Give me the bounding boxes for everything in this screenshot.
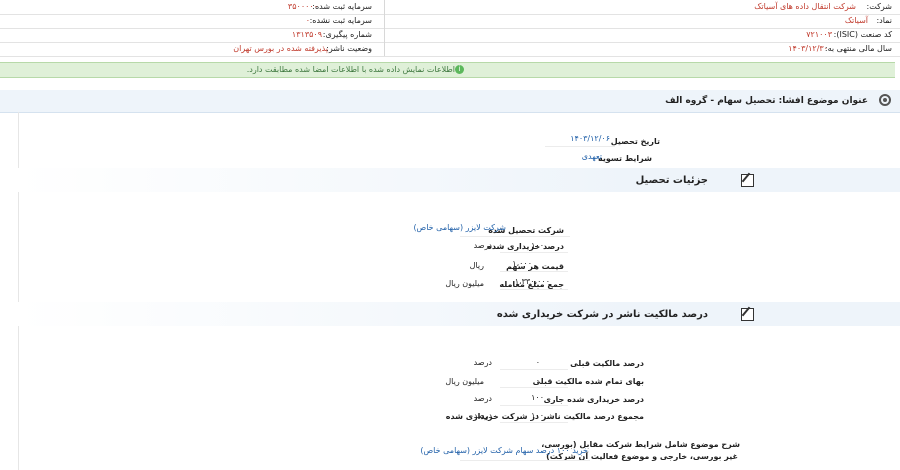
prior-ownership-value: ۰ — [535, 358, 540, 367]
subject-header: عنوان موضوع افشا: تحصیل سهام - گروه الف — [0, 90, 900, 113]
purchased-percent-value: ۱۰۰ — [531, 241, 544, 250]
fiscal-year-value: ۱۴۰۳/۱۲/۳۰ — [788, 44, 828, 53]
share-price-value: ۱،۰۰۰ — [512, 259, 532, 268]
info-row: سال مالی منتهی به: ۱۴۰۳/۱۲/۳۰ وضعیت ناشر… — [0, 42, 900, 57]
acquisition-date-label: تاریخ تحصیل — [610, 137, 660, 146]
purchased-percent-unit: درصد — [473, 241, 492, 250]
current-purchase-label: درصد خریداری شده جاری — [543, 395, 644, 404]
fiscal-year-label: سال مالی منتهی به: — [824, 44, 892, 53]
company-value: شرکت انتقال داده های آسیاتک — [754, 2, 856, 11]
unregistered-capital-value: ۰ — [305, 16, 310, 25]
prior-cost-value: ۰ — [535, 376, 540, 385]
info-row: شرکت: شرکت انتقال داده های آسیاتک سرمایه… — [0, 0, 900, 15]
purchased-percent-label: درصد خریداری شده — [487, 242, 564, 251]
prior-cost-unit: میلیون ریال — [445, 377, 484, 386]
publisher-status-label: وضعیت ناشر: — [326, 44, 372, 53]
target-icon — [879, 94, 891, 106]
section-title: درصد مالکیت ناشر در شرکت خریداری شده — [496, 309, 708, 320]
edit-icon — [741, 308, 754, 321]
info-row: کد صنعت (ISIC): ۷۲۱۰۰۳ شماره پیگیری: ۱۳۱… — [0, 28, 900, 43]
subject-title: عنوان موضوع افشا: تحصیل سهام - گروه الف — [665, 96, 868, 106]
total-ownership-value: ۱۰۰ — [531, 411, 544, 420]
company-info-grid: شرکت: شرکت انتقال داده های آسیاتک سرمایه… — [0, 0, 900, 58]
section-acquisition-details: جزئیات تحصیل — [18, 168, 900, 192]
total-amount-unit: میلیون ریال — [445, 279, 484, 288]
section-title: جزئیات تحصیل — [635, 175, 708, 186]
notice-text: اطلاعات نمایش داده شده با اطلاعات امضا ش… — [246, 65, 455, 74]
registered-capital-label: سرمایه ثبت شده: — [312, 2, 372, 11]
description-value: خرید ۱۰۰ درصد سهام شرکت لایزر (سهامی خاص… — [420, 446, 588, 455]
prior-ownership-label: درصد مالکیت قبلی — [570, 359, 644, 368]
publisher-status-value: پذیرفته شده در بورس تهران — [233, 44, 328, 53]
prior-cost-label: بهای تمام شده مالکیت قبلی — [532, 377, 644, 386]
isic-label: کد صنعت (ISIC): — [833, 30, 892, 39]
total-amount-value: ۱،۳۳۰،۰۰۰ — [514, 277, 550, 286]
prior-ownership-unit: درصد — [473, 358, 492, 367]
tracking-number-label: شماره پیگیری: — [322, 30, 372, 39]
company-label: شرکت: — [866, 2, 892, 11]
edit-icon — [741, 174, 754, 187]
symbol-label: نماد: — [876, 16, 892, 25]
current-purchase-value: ۱۰۰ — [531, 393, 544, 402]
current-purchase-unit: درصد — [473, 394, 492, 403]
share-price-unit: ریال — [469, 261, 484, 270]
registered-capital-value: ۳۵۰۰۰۰۰ — [287, 2, 318, 11]
content-border — [18, 112, 19, 470]
info-row: نماد: آسیاتک سرمایه ثبت نشده: ۰ — [0, 14, 900, 29]
settlement-terms-value: تعهدی — [581, 152, 602, 161]
unregistered-capital-label: سرمایه ثبت نشده: — [309, 16, 372, 25]
acquisition-date-value: ۱۴۰۳/۱۲/۰۶ — [570, 134, 610, 143]
acquired-company-value: شرکت لایزر (سهامی خاص) — [413, 223, 506, 232]
section-ownership: درصد مالکیت ناشر در شرکت خریداری شده — [18, 302, 900, 326]
total-ownership-unit: درصد — [473, 411, 492, 420]
settlement-terms-label: شرایط تسویه — [598, 154, 652, 163]
verification-notice: i اطلاعات نمایش داده شده با اطلاعات امضا… — [0, 62, 895, 78]
isic-value: ۷۲۱۰۰۳ — [806, 30, 832, 39]
info-icon: i — [455, 65, 464, 74]
tracking-number-value: ۱۳۱۳۵۰۹ — [291, 30, 322, 39]
symbol-value: آسیاتک — [844, 16, 868, 25]
